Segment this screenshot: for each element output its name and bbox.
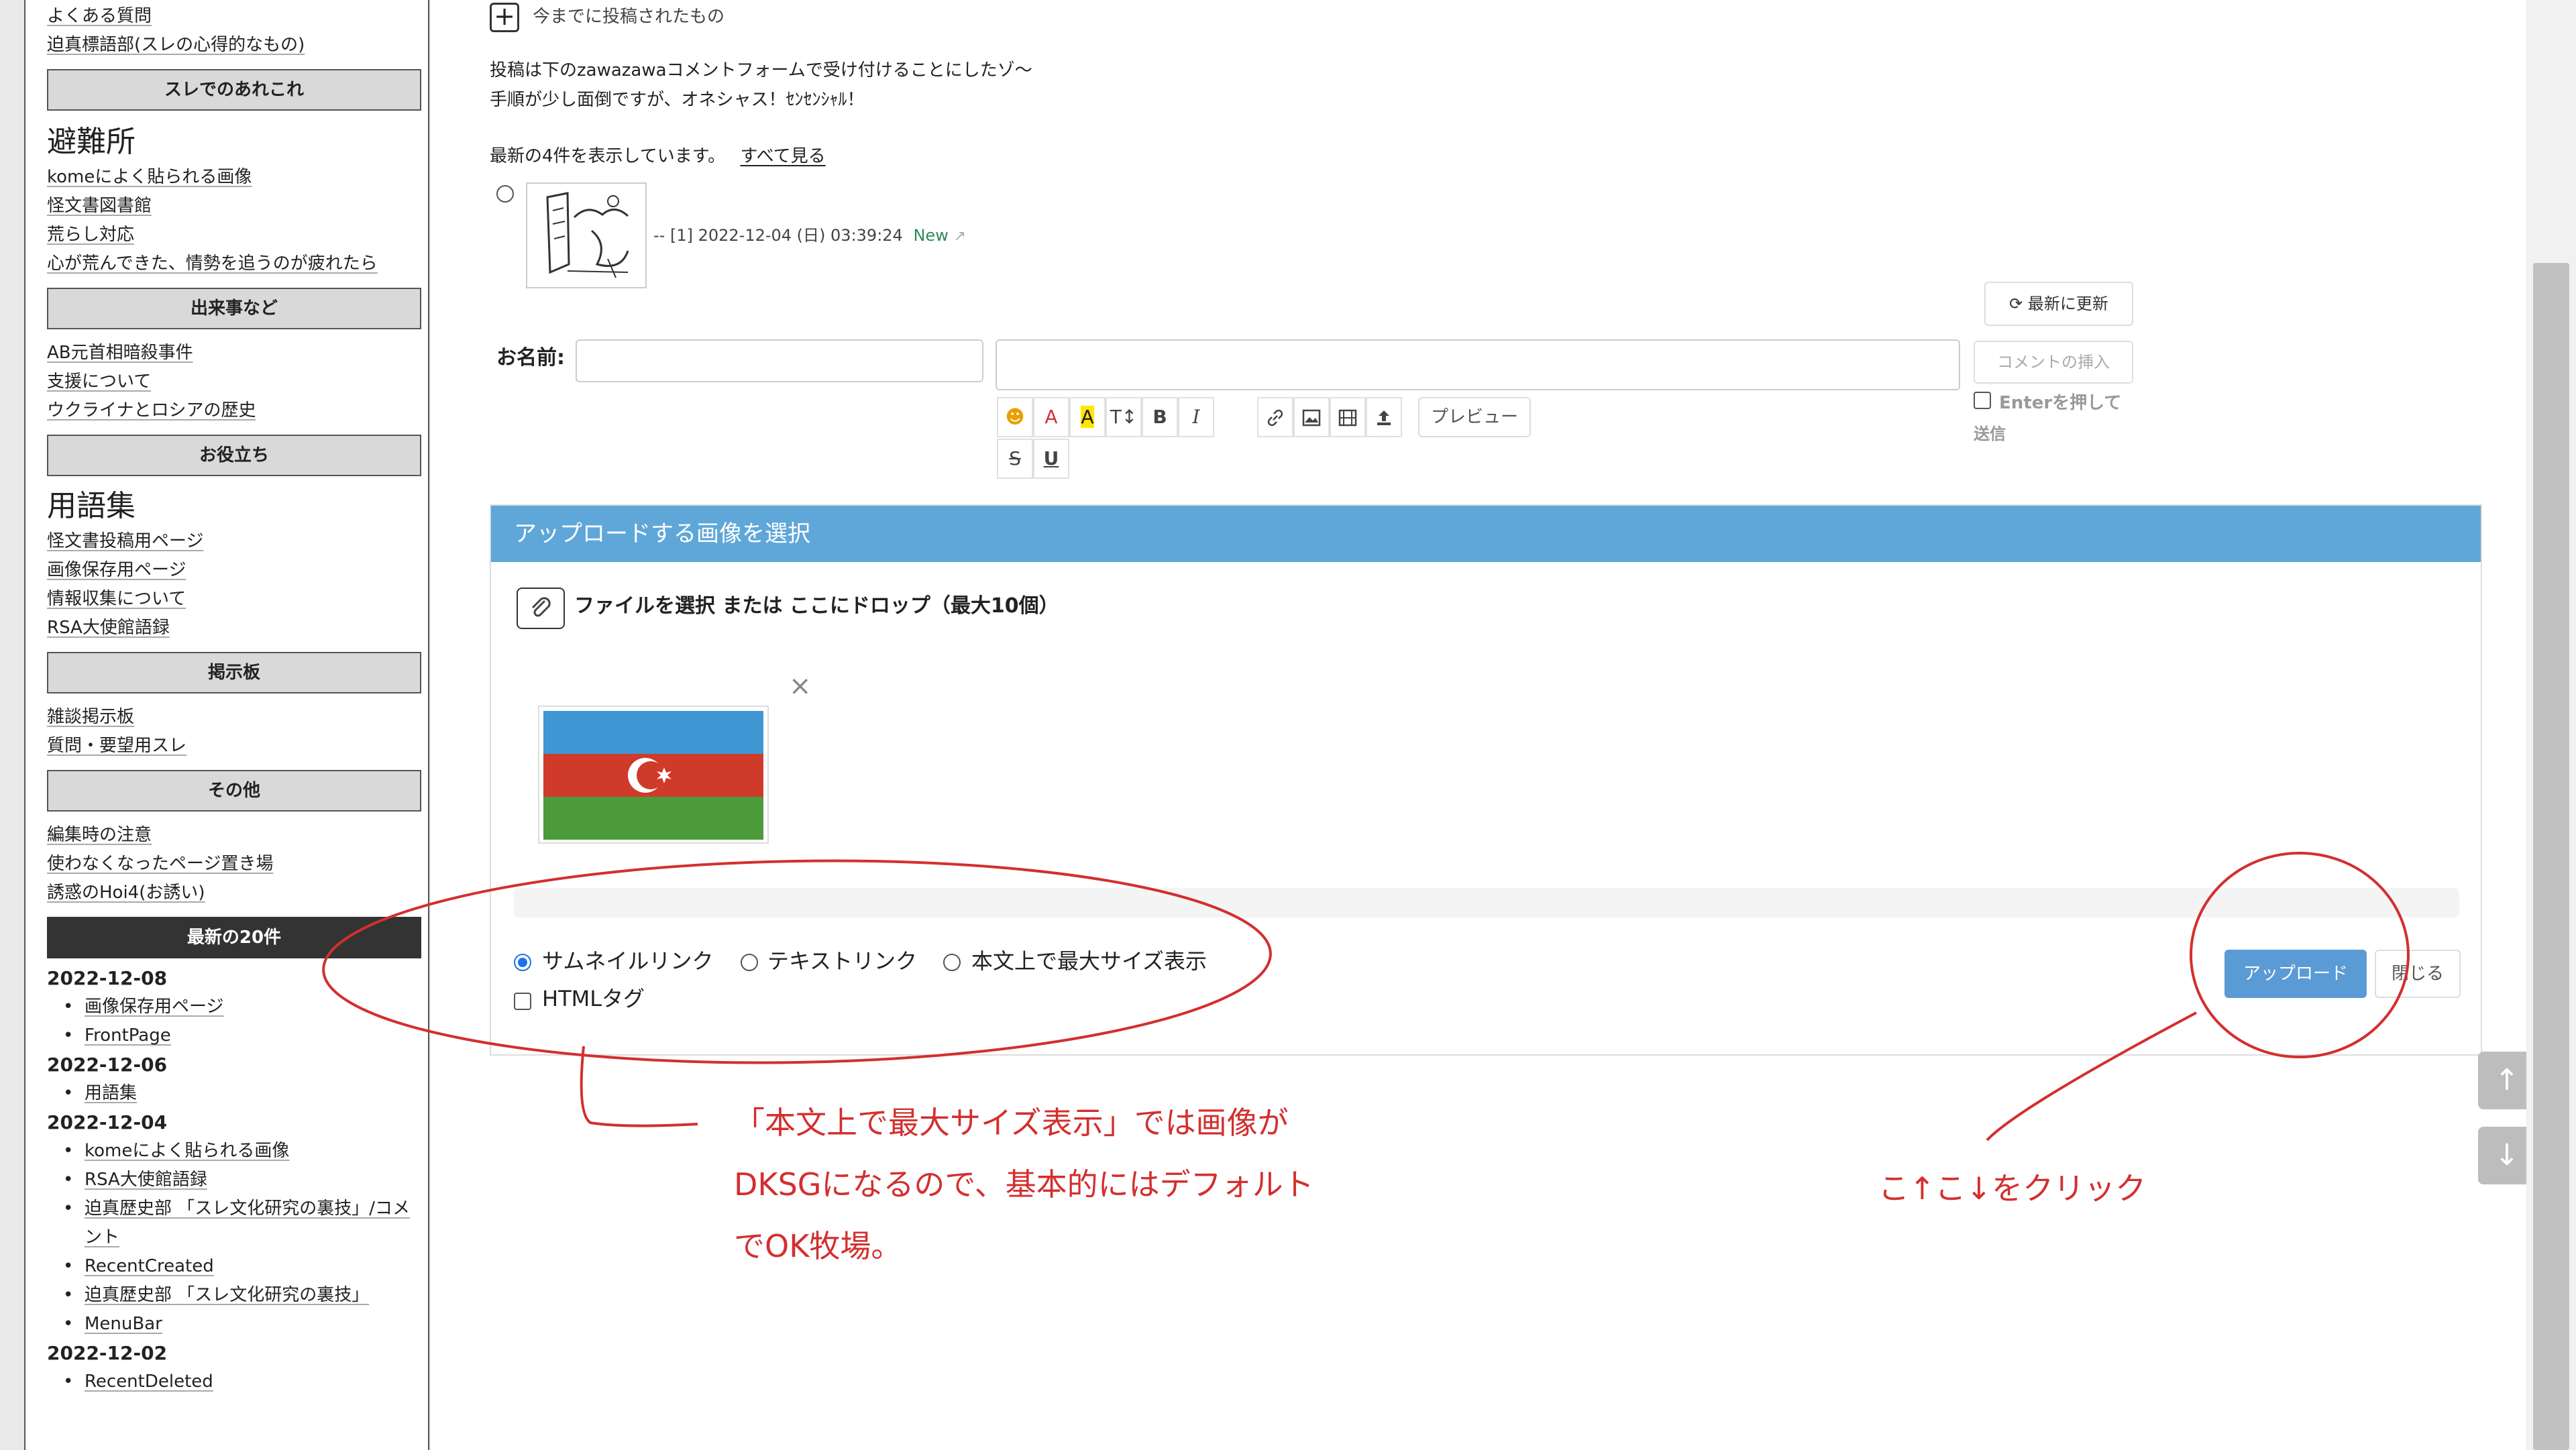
- annotation-click-note: こ↑こ↓をクリック: [1878, 1170, 2147, 1207]
- annotation-strokes: [322, 852, 2410, 1141]
- page-scrollbar[interactable]: [2526, 0, 2576, 1450]
- annotation-line-1: 「本文上で最大サイズ表示」では画像が: [734, 1105, 1289, 1141]
- annotation-line-2: DKSGになるので、基本的にはデフォルト: [734, 1166, 1314, 1203]
- scrollbar-thumb[interactable]: [2533, 263, 2569, 1450]
- annotation-line-3: でOK牧場。: [734, 1228, 902, 1264]
